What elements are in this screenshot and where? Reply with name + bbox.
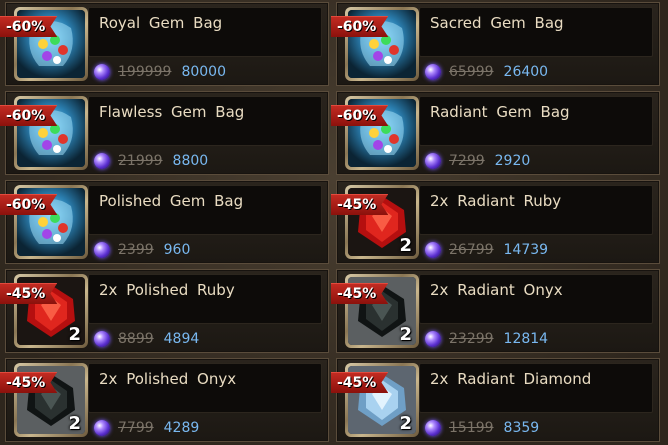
- new-price: 80000: [181, 64, 226, 80]
- new-price: 8800: [172, 153, 209, 169]
- item-name: 2x Radiant Ruby: [430, 192, 562, 210]
- price-row: 7799 4289: [94, 417, 199, 439]
- price-row: 21999 8800: [94, 150, 208, 172]
- currency-gem-icon: [425, 420, 441, 436]
- new-price: 14739: [503, 242, 549, 258]
- price-row: 8899 4894: [94, 328, 199, 350]
- old-price: 26799: [449, 242, 494, 258]
- currency-gem-icon: [94, 242, 110, 258]
- shop-item-card[interactable]: -60% Polished Gem Bag 2399 960: [0, 180, 329, 264]
- price-row: 26799 14739: [425, 239, 548, 261]
- shop-item-card[interactable]: -60% Royal Gem Bag 199999 80000: [0, 2, 329, 86]
- shop-item-card[interactable]: 2 -45% 2x Radiant Diamond 15199 8359: [331, 358, 660, 442]
- discount-badge: -60%: [331, 16, 389, 37]
- new-price: 26400: [503, 64, 549, 80]
- currency-gem-icon: [425, 64, 441, 80]
- currency-gem-icon: [94, 64, 110, 80]
- currency-gem-icon: [94, 331, 110, 347]
- new-price: 8359: [503, 420, 540, 436]
- item-title-box: Sacred Gem Bag: [419, 7, 653, 57]
- item-title-box: Polished Gem Bag: [88, 185, 322, 235]
- old-price: 199999: [118, 64, 172, 80]
- item-name: Radiant Gem Bag: [430, 103, 570, 121]
- item-quantity: 2: [399, 413, 412, 434]
- item-title-box: Royal Gem Bag: [88, 7, 322, 57]
- item-name: Flawless Gem Bag: [99, 103, 245, 121]
- new-price: 4894: [163, 331, 200, 347]
- price-row: 2399 960: [94, 239, 190, 261]
- item-quantity: 2: [68, 413, 81, 434]
- old-price: 2399: [118, 242, 154, 258]
- currency-gem-icon: [94, 153, 110, 169]
- discount-badge: -45%: [331, 372, 389, 393]
- shop-item-card[interactable]: -60% Sacred Gem Bag 65999 26400: [331, 2, 660, 86]
- price-row: 199999 80000: [94, 61, 226, 83]
- old-price: 7799: [118, 420, 154, 436]
- item-name: Polished Gem Bag: [99, 192, 244, 210]
- item-name: 2x Polished Onyx: [99, 370, 237, 388]
- item-title-box: 2x Polished Ruby: [88, 274, 322, 324]
- shop-item-card[interactable]: 2 -45% 2x Polished Onyx 7799 4289: [0, 358, 329, 442]
- shop-item-card[interactable]: 2 -45% 2x Polished Ruby 8899 4894: [0, 269, 329, 353]
- item-title-box: 2x Radiant Diamond: [419, 363, 653, 413]
- currency-gem-icon: [94, 420, 110, 436]
- discount-badge: -60%: [0, 16, 58, 37]
- new-price: 2920: [494, 153, 531, 169]
- item-quantity: 2: [68, 324, 81, 345]
- item-title-box: Radiant Gem Bag: [419, 96, 653, 146]
- price-row: 15199 8359: [425, 417, 539, 439]
- item-name: Sacred Gem Bag: [430, 14, 564, 32]
- currency-gem-icon: [425, 331, 441, 347]
- old-price: 7299: [449, 153, 485, 169]
- new-price: 12814: [503, 331, 549, 347]
- shop-item-card[interactable]: 2 -45% 2x Radiant Onyx 23299 12814: [331, 269, 660, 353]
- discount-badge: -60%: [0, 105, 58, 126]
- item-quantity: 2: [399, 235, 412, 256]
- currency-gem-icon: [425, 153, 441, 169]
- shop-grid: -60% Royal Gem Bag 199999 80000 -60% Sac…: [0, 0, 668, 445]
- old-price: 15199: [449, 420, 494, 436]
- shop-item-card[interactable]: -60% Flawless Gem Bag 21999 8800: [0, 91, 329, 175]
- old-price: 65999: [449, 64, 494, 80]
- item-title-box: 2x Polished Onyx: [88, 363, 322, 413]
- discount-badge: -45%: [331, 194, 389, 215]
- item-name: Royal Gem Bag: [99, 14, 223, 32]
- item-title-box: Flawless Gem Bag: [88, 96, 322, 146]
- item-name: 2x Radiant Diamond: [430, 370, 592, 388]
- new-price: 4289: [163, 420, 200, 436]
- shop-item-card[interactable]: -60% Radiant Gem Bag 7299 2920: [331, 91, 660, 175]
- old-price: 8899: [118, 331, 154, 347]
- shop-item-card[interactable]: 2 -45% 2x Radiant Ruby 26799 14739: [331, 180, 660, 264]
- discount-badge: -60%: [0, 194, 58, 215]
- item-quantity: 2: [399, 324, 412, 345]
- currency-gem-icon: [425, 242, 441, 258]
- item-name: 2x Polished Ruby: [99, 281, 235, 299]
- item-title-box: 2x Radiant Onyx: [419, 274, 653, 324]
- new-price: 960: [163, 242, 191, 258]
- discount-badge: -60%: [331, 105, 389, 126]
- price-row: 65999 26400: [425, 61, 548, 83]
- old-price: 21999: [118, 153, 163, 169]
- discount-badge: -45%: [0, 283, 58, 304]
- old-price: 23299: [449, 331, 494, 347]
- item-name: 2x Radiant Onyx: [430, 281, 563, 299]
- item-title-box: 2x Radiant Ruby: [419, 185, 653, 235]
- discount-badge: -45%: [331, 283, 389, 304]
- price-row: 23299 12814: [425, 328, 548, 350]
- price-row: 7299 2920: [425, 150, 530, 172]
- discount-badge: -45%: [0, 372, 58, 393]
